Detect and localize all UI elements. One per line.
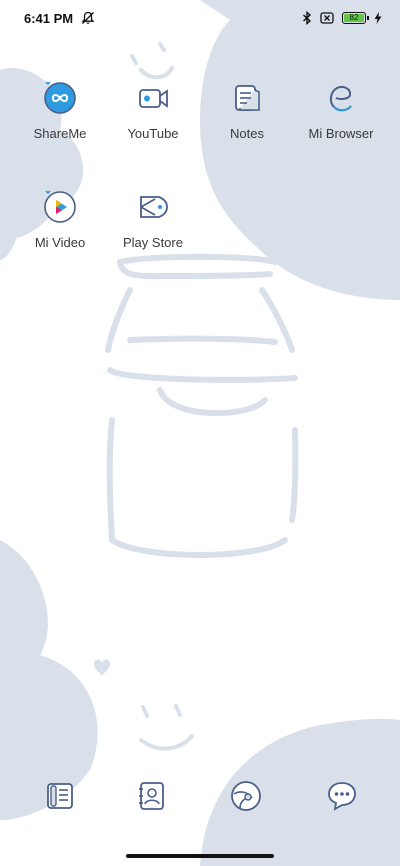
status-time: 6:41 PM xyxy=(24,10,74,26)
app-play-store[interactable]: Play Store xyxy=(109,187,197,250)
app-label-mi-browser: Mi Browser xyxy=(308,126,374,141)
app-mi-browser[interactable]: Mi Browser xyxy=(297,78,385,141)
phone-icon[interactable] xyxy=(42,778,78,814)
app-mi-video[interactable]: Mi Video xyxy=(16,187,104,250)
battery-level: 82 xyxy=(344,14,364,22)
status-right: 82 xyxy=(302,11,382,25)
status-left: 6:41 PM xyxy=(24,11,95,26)
shareme-icon xyxy=(44,81,76,114)
sim-off-icon xyxy=(320,12,334,24)
app-label-youtube: YouTube xyxy=(127,126,179,141)
app-notes[interactable]: Notes xyxy=(203,78,291,141)
bluetooth-icon xyxy=(303,11,312,25)
app-label-notes: Notes xyxy=(230,126,264,141)
status-bar: 6:41 PM 82 xyxy=(0,0,400,36)
camera-icon[interactable] xyxy=(228,778,264,814)
notes-icon xyxy=(235,85,260,111)
play-store-icon xyxy=(140,196,168,218)
app-youtube[interactable]: YouTube xyxy=(109,78,197,141)
charging-icon xyxy=(374,12,382,24)
home-indicator[interactable] xyxy=(126,854,274,858)
app-label-mi-video: Mi Video xyxy=(34,235,86,250)
app-label-play-store: Play Store xyxy=(123,235,183,250)
notifications-off-icon xyxy=(81,11,95,24)
browser-icon xyxy=(329,85,352,112)
app-label-shareme: ShareMe xyxy=(33,126,87,141)
contacts-icon[interactable] xyxy=(134,778,170,814)
youtube-icon xyxy=(139,89,168,108)
messages-icon[interactable] xyxy=(324,778,360,814)
app-shareme[interactable]: ShareMe xyxy=(16,78,104,141)
video-icon xyxy=(44,190,76,223)
battery-icon: 82 xyxy=(342,12,369,24)
